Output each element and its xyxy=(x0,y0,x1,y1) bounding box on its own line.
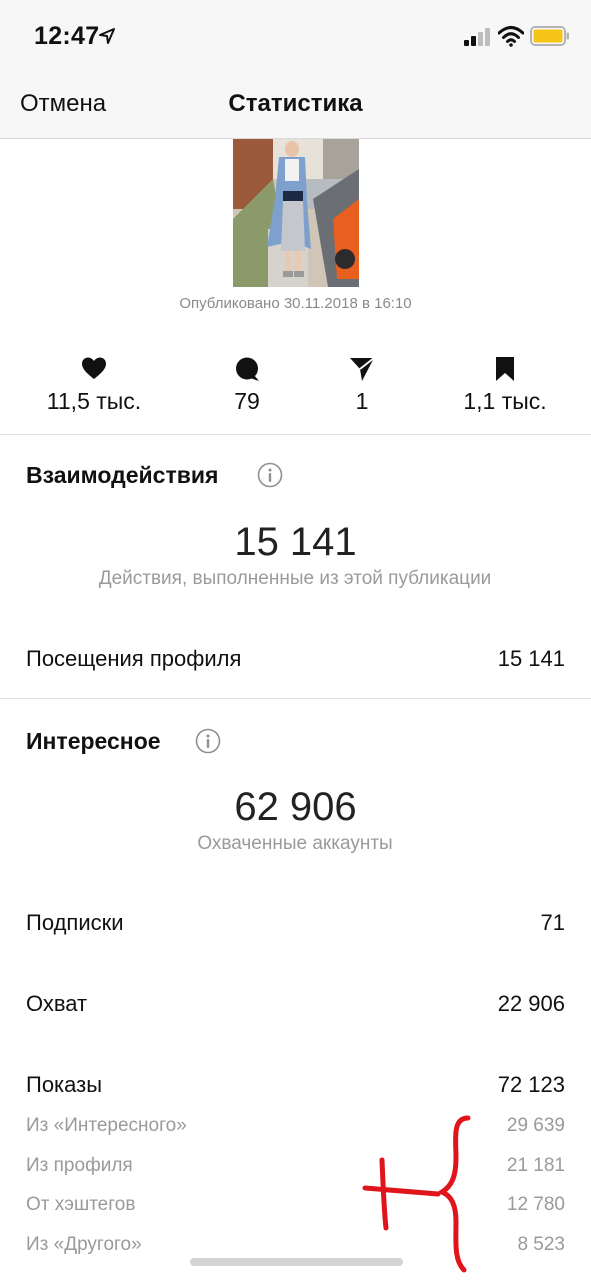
impressions-explore-label: Из «Интересного» xyxy=(26,1115,187,1136)
wifi-icon xyxy=(498,26,524,47)
saves-count: 1,1 тыс. xyxy=(463,388,547,414)
battery-icon xyxy=(530,26,569,46)
post-thumbnail[interactable] xyxy=(233,139,359,287)
impressions-value: 72 123 xyxy=(497,1072,565,1097)
interactions-caption: Действия, выполненные из этой публикации xyxy=(98,568,492,589)
profile-visits-label: Посещения профиля xyxy=(26,646,242,671)
home-indicator[interactable] xyxy=(190,1258,403,1266)
status-bar: 12:47 xyxy=(0,0,591,70)
impressions-explore-value: 29 639 xyxy=(506,1115,565,1136)
reach-value: 22 906 xyxy=(497,991,565,1016)
info-icon[interactable] xyxy=(195,728,221,754)
discovery-caption: Охваченные аккаунты xyxy=(197,833,393,854)
location-arrow-icon xyxy=(99,28,115,44)
reach-label: Охват xyxy=(26,991,88,1016)
impressions-profile-label: Из профиля xyxy=(26,1155,133,1176)
follows-label: Подписки xyxy=(26,910,124,935)
send-icon xyxy=(350,357,375,381)
status-time: 12:47 xyxy=(34,22,100,50)
impressions-label: Показы xyxy=(26,1072,103,1097)
discovery-title: Интересное xyxy=(26,728,161,754)
post-insights-screen: 12:47 Отмена Статистика Опубликовано 30.… xyxy=(0,0,591,1280)
page-title: Статистика xyxy=(228,90,363,117)
impressions-hashtags-label: От хэштегов xyxy=(26,1194,136,1215)
saves-stat: 1,1 тыс. xyxy=(430,356,580,415)
impressions-other-value: 8 523 xyxy=(517,1234,565,1255)
divider xyxy=(0,434,591,435)
divider xyxy=(0,698,591,699)
likes-count: 11,5 тыс. xyxy=(46,388,142,414)
impressions-profile-value: 21 181 xyxy=(506,1155,565,1176)
post-photo-image xyxy=(233,139,359,287)
follows-value: 71 xyxy=(540,910,565,935)
profile-visits-value: 15 141 xyxy=(497,646,565,671)
shares-count: 1 xyxy=(355,388,369,414)
likes-stat: 11,5 тыс. xyxy=(19,356,169,415)
shares-stat: 1 xyxy=(287,356,437,415)
interactions-total: 15 141 xyxy=(234,520,357,564)
signal-icon xyxy=(464,28,490,46)
interactions-title: Взаимодействия xyxy=(26,462,219,488)
handwritten-annotation xyxy=(362,1115,471,1273)
published-date: Опубликовано 30.11.2018 в 16:10 xyxy=(179,295,412,312)
discovery-total: 62 906 xyxy=(234,785,357,829)
impressions-hashtags-value: 12 780 xyxy=(506,1194,565,1215)
nav-bar: Отмена Статистика xyxy=(0,70,591,139)
info-icon[interactable] xyxy=(257,462,283,488)
impressions-other-label: Из «Другого» xyxy=(26,1234,142,1255)
comment-icon xyxy=(236,357,259,381)
bookmark-icon xyxy=(496,357,514,381)
heart-icon xyxy=(82,357,106,379)
